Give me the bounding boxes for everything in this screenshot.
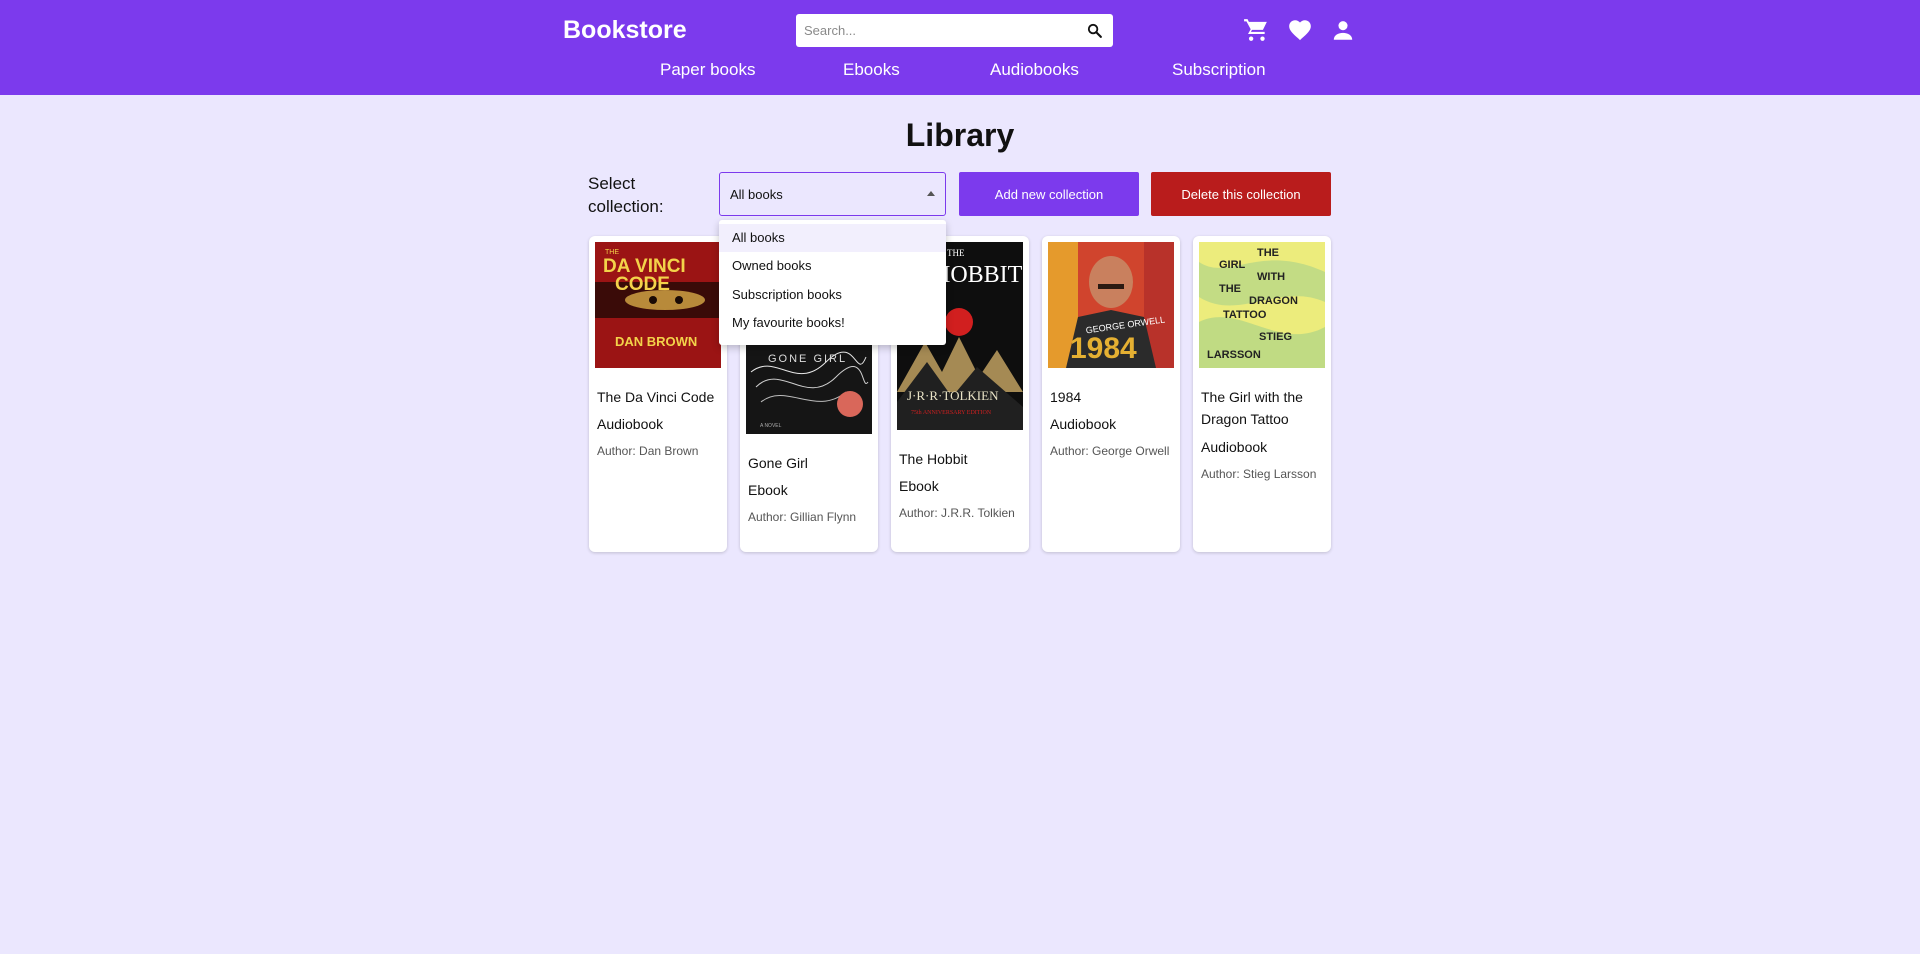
cover-text: THE xyxy=(605,249,619,256)
book-card[interactable]: THE DA VINCI CODE DAN BROWN The Da Vinci… xyxy=(589,236,727,552)
top-header: Bookstore Paper books Ebooks Audiobooks … xyxy=(0,0,1920,95)
cover-text: TATTOO xyxy=(1223,309,1267,321)
cover-text: GIRL xyxy=(1219,259,1246,271)
cover-text: 75th ANNIVERSARY EDITION xyxy=(911,410,992,416)
option-subscription-books[interactable]: Subscription books xyxy=(719,281,946,309)
option-all-books[interactable]: All books xyxy=(719,224,946,252)
book-title[interactable]: Gone Girl xyxy=(748,452,873,474)
cart-icon[interactable] xyxy=(1243,17,1269,43)
brand-logo[interactable]: Bookstore xyxy=(563,16,687,45)
option-owned-books[interactable]: Owned books xyxy=(719,252,946,280)
book-type: Audiobook xyxy=(1050,416,1117,432)
cover-text: STIEG xyxy=(1259,331,1292,343)
option-my-favourite-books[interactable]: My favourite books! xyxy=(719,309,946,337)
book-cover[interactable]: GEORGE ORWELL 1984 xyxy=(1048,242,1174,368)
book-author: Author: J.R.R. Tolkien xyxy=(899,506,1015,520)
nav-paper-books[interactable]: Paper books xyxy=(660,60,755,80)
book-author: Author: George Orwell xyxy=(1050,444,1170,458)
cover-text: DAN BROWN xyxy=(615,334,697,349)
book-type: Ebook xyxy=(748,482,788,498)
cover-text: J·R·R·TOLKIEN xyxy=(907,388,999,403)
book-title[interactable]: The Girl with the Dragon Tattoo xyxy=(1201,386,1326,430)
collection-dropdown-menu: All books Owned books Subscription books… xyxy=(719,220,946,345)
book-card[interactable]: THE GIRL WITH THE DRAGON TATTOO STIEG LA… xyxy=(1193,236,1331,552)
book-title[interactable]: 1984 xyxy=(1050,386,1175,408)
delete-collection-button[interactable]: Delete this collection xyxy=(1151,172,1331,216)
cover-image: GEORGE ORWELL 1984 xyxy=(1048,242,1174,368)
book-cover[interactable]: THE DA VINCI CODE DAN BROWN xyxy=(595,242,721,368)
book-card[interactable]: GEORGE ORWELL 1984 1984 Audiobook Author… xyxy=(1042,236,1180,552)
user-icon[interactable] xyxy=(1330,17,1356,43)
search-icon[interactable] xyxy=(1086,22,1103,39)
cover-text: THE xyxy=(1219,283,1241,295)
cover-text: 1984 xyxy=(1070,332,1137,365)
cover-text: HOBBIT xyxy=(933,262,1023,288)
search-bar xyxy=(796,14,1113,47)
book-cover[interactable]: THE GIRL WITH THE DRAGON TATTOO STIEG LA… xyxy=(1199,242,1325,368)
cover-image: THE DA VINCI CODE DAN BROWN xyxy=(595,242,721,368)
nav-ebooks[interactable]: Ebooks xyxy=(843,60,900,80)
heart-icon[interactable] xyxy=(1287,17,1313,43)
nav-audiobooks[interactable]: Audiobooks xyxy=(990,60,1079,80)
search-input[interactable] xyxy=(796,14,1076,47)
dropdown-arrow-icon xyxy=(927,191,935,196)
book-title[interactable]: The Hobbit xyxy=(899,448,1024,470)
cover-text: GONE GIRL xyxy=(768,353,847,365)
book-type: Audiobook xyxy=(1201,439,1268,455)
book-author: Author: Stieg Larsson xyxy=(1201,467,1317,481)
collection-select[interactable]: All books xyxy=(719,172,946,216)
book-author: Author: Gillian Flynn xyxy=(748,510,857,524)
book-type: Audiobook xyxy=(597,416,664,432)
cover-image: THE GIRL WITH THE DRAGON TATTOO STIEG LA… xyxy=(1199,242,1325,368)
cover-text: DRAGON xyxy=(1249,295,1298,307)
cover-text: LARSSON xyxy=(1207,349,1261,361)
page-title: Library xyxy=(905,117,1015,153)
nav-subscription[interactable]: Subscription xyxy=(1172,60,1266,80)
add-collection-button[interactable]: Add new collection xyxy=(959,172,1139,216)
book-author: Author: Dan Brown xyxy=(597,444,699,458)
cover-text: CODE xyxy=(615,274,670,295)
cover-text: WITH xyxy=(1257,271,1285,283)
collection-select-value: All books xyxy=(730,187,783,202)
cover-text: THE xyxy=(947,248,965,258)
cover-text: A NOVEL xyxy=(760,423,782,429)
book-title[interactable]: The Da Vinci Code xyxy=(597,386,722,408)
book-type: Ebook xyxy=(899,478,939,494)
cover-text: THE xyxy=(1257,247,1279,259)
select-collection-label: Select collection: xyxy=(588,174,664,216)
